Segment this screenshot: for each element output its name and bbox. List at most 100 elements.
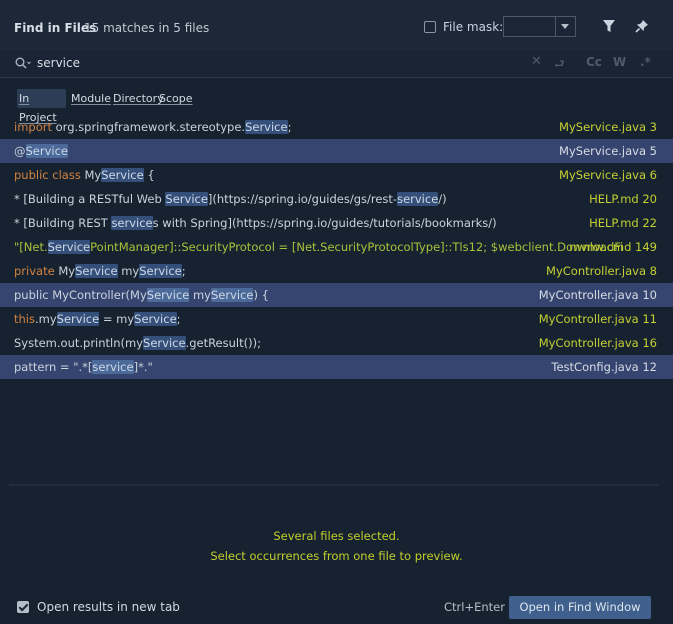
result-code: pattern = ".*[service]*." — [14, 355, 153, 379]
result-code: import org.springframework.stereotype.Se… — [14, 115, 291, 139]
match-highlight: Service — [143, 336, 186, 350]
result-file: MyService.java 5 — [559, 144, 657, 158]
code-fragment: .my — [34, 312, 57, 326]
clear-icon[interactable]: ✕ — [531, 54, 542, 69]
match-highlight: Service — [56, 312, 100, 326]
shortcut-hint: Ctrl+Enter — [444, 600, 505, 614]
code-fragment: "[Net. — [14, 240, 48, 254]
result-row[interactable]: @Service MyService.java 5 — [0, 139, 673, 163]
result-code: public class MyService { — [14, 163, 155, 187]
file-mask-label: File mask: — [443, 20, 504, 34]
match-highlight: Service — [146, 288, 190, 302]
result-code: "[Net.ServicePointManager]::SecurityProt… — [14, 235, 623, 259]
match-highlight: Service — [75, 264, 118, 278]
scope-scope[interactable]: Scope — [157, 89, 195, 108]
scope-bar: In Project Module Directory Scope — [0, 78, 673, 124]
file-mask-combo[interactable] — [503, 16, 576, 37]
code-fragment: pattern = ".*[ — [14, 360, 93, 374]
result-row[interactable]: public MyController(MyService myService)… — [0, 283, 673, 307]
code-fragment: @ — [14, 144, 26, 158]
result-code: * [Building REST services with Spring](h… — [14, 211, 497, 235]
code-fragment: private — [14, 264, 59, 278]
code-fragment: org.springframework.stereotype. — [55, 120, 246, 134]
result-file: MyController.java 10 — [538, 288, 657, 302]
chevron-down-icon[interactable] — [555, 17, 575, 36]
result-row[interactable]: import org.springframework.stereotype.Se… — [0, 115, 673, 139]
match-highlight: Service — [47, 240, 91, 254]
search-input[interactable]: service — [37, 56, 80, 70]
result-row[interactable]: private MyService myService; MyController… — [0, 259, 673, 283]
result-code: public MyController(MyService myService)… — [14, 283, 269, 307]
code-fragment: ) { — [253, 288, 269, 302]
pin-icon[interactable] — [635, 19, 649, 36]
code-fragment: import — [14, 120, 56, 134]
code-fragment: /) — [438, 192, 447, 206]
match-highlight: Service — [139, 264, 182, 278]
result-file: MyService.java 6 — [559, 168, 657, 182]
result-file: HELP.md 22 — [589, 216, 657, 230]
match-highlight: Service — [245, 120, 288, 134]
find-in-files-header: Find in Files 15 matches in 5 files File… — [0, 0, 673, 50]
match-highlight: Service — [25, 144, 69, 158]
result-row[interactable]: public class MyService { MyService.java 6 — [0, 163, 673, 187]
result-row[interactable]: pattern = ".*[service]*." TestConfig.java… — [0, 355, 673, 379]
match-count: 15 matches in 5 files — [84, 21, 210, 35]
code-fragment: ; — [287, 120, 292, 134]
code-fragment: my — [189, 288, 211, 302]
result-file: MyController.java 8 — [546, 264, 657, 278]
code-fragment: ; — [181, 264, 186, 278]
whole-words-icon[interactable]: W — [613, 55, 626, 69]
code-fragment: { — [143, 168, 155, 182]
match-case-icon[interactable]: Cc — [586, 55, 602, 69]
regex-icon[interactable]: .* — [640, 55, 651, 69]
code-fragment: My — [58, 264, 76, 278]
result-file: TestConfig.java 12 — [551, 360, 657, 374]
match-highlight: service — [397, 192, 439, 206]
code-fragment: this — [14, 312, 35, 326]
result-row[interactable]: System.out.println(myService.getResult()… — [0, 331, 673, 355]
result-row[interactable]: this.myService = myService; MyController.… — [0, 307, 673, 331]
scope-module[interactable]: Module — [69, 89, 113, 108]
match-highlight: Service — [101, 168, 144, 182]
file-mask-checkbox[interactable] — [424, 21, 436, 33]
code-fragment: .getResult()); — [185, 336, 261, 350]
open-in-new-tab-label: Open results in new tab — [37, 600, 180, 614]
results-list: import org.springframework.stereotype.Se… — [0, 115, 673, 379]
result-file: MyController.java 16 — [538, 336, 657, 350]
preview-divider[interactable] — [9, 484, 659, 486]
code-fragment: System.out.println(my — [14, 336, 144, 350]
match-highlight: service — [92, 360, 134, 374]
match-highlight: Service — [210, 288, 254, 302]
result-code: @Service — [14, 139, 69, 163]
code-fragment: = my — [99, 312, 135, 326]
search-icon[interactable] — [15, 57, 31, 73]
preview-message: Several files selected. Select occurrenc… — [0, 526, 673, 566]
preview-line-1: Several files selected. — [273, 529, 400, 543]
result-file: HELP.md 20 — [589, 192, 657, 206]
new-line-icon[interactable]: ⮐ — [554, 55, 565, 76]
result-code: * [Building a RESTful Web Service](https… — [14, 187, 447, 211]
match-highlight: service — [111, 216, 153, 230]
result-code: this.myService = myService; — [14, 307, 181, 331]
code-fragment: public MyController(My — [14, 288, 147, 302]
filter-icon[interactable] — [602, 19, 616, 36]
code-fragment: ](https://spring.io/guides/gs/rest- — [207, 192, 398, 206]
code-fragment: * [Building a RESTful Web — [14, 192, 166, 206]
match-highlight: Service — [165, 192, 208, 206]
code-fragment: s with Spring](https://spring.io/guides/… — [152, 216, 497, 230]
result-code: System.out.println(myService.getResult()… — [14, 331, 261, 355]
scope-in-project[interactable]: In Project — [17, 89, 66, 124]
code-fragment: ; — [176, 312, 181, 326]
result-file: MyService.java 3 — [559, 120, 657, 134]
result-code: private MyService myService; — [14, 259, 186, 283]
open-in-new-tab-checkbox[interactable] — [17, 601, 29, 613]
code-fragment: my — [117, 264, 140, 278]
open-in-find-window-button[interactable]: Open in Find Window — [509, 596, 651, 619]
result-row[interactable]: * [Building REST services with Spring](h… — [0, 211, 673, 235]
match-highlight: Service — [134, 312, 177, 326]
search-bar: service ✕ ⮐ Cc W .* — [0, 50, 673, 78]
code-fragment: PointManager]::SecurityProtocol = [Net.S… — [90, 240, 624, 254]
result-row[interactable]: * [Building a RESTful Web Service](https… — [0, 187, 673, 211]
code-fragment: * [Building REST — [14, 216, 112, 230]
result-row[interactable]: "[Net.ServicePointManager]::SecurityProt… — [0, 235, 673, 259]
